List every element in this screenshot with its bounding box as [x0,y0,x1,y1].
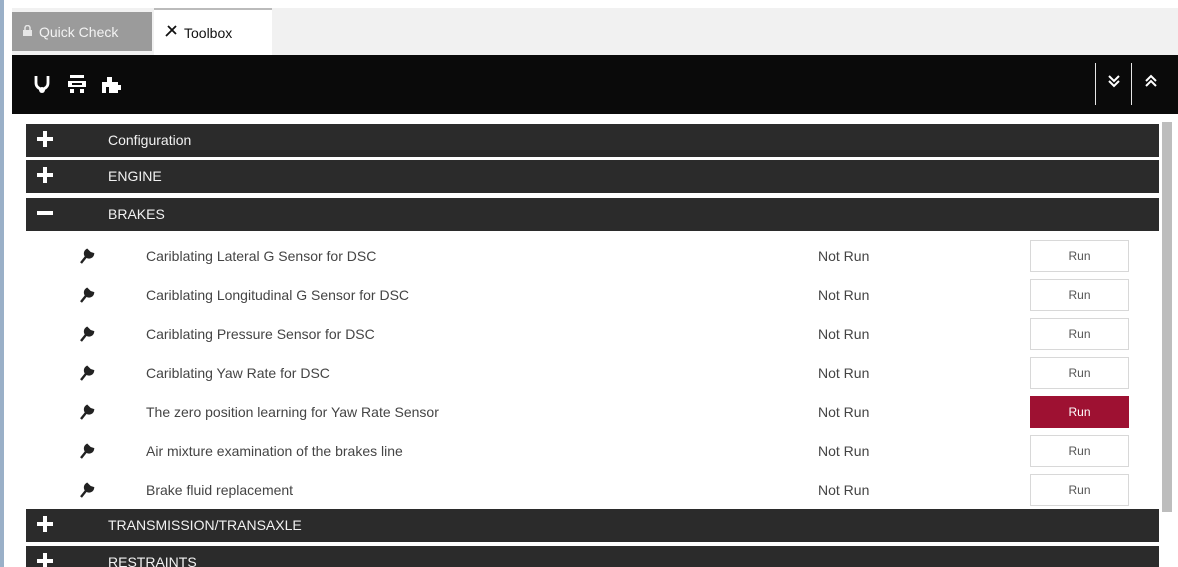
puzzle-icon[interactable] [100,73,122,95]
run-button[interactable]: Run [1030,435,1129,467]
car-icon[interactable] [66,73,88,95]
row-status: Not Run [818,443,870,459]
wrench-icon [78,284,98,304]
wrench-icon [78,440,98,460]
section-engine[interactable]: ENGINE [26,160,1159,193]
window-left-border [0,0,4,567]
section-label: Configuration [108,132,192,148]
row-label: Cariblating Lateral G Sensor for DSC [146,248,377,264]
section-transmission[interactable]: TRANSMISSION/TRANSAXLE [26,509,1159,542]
section-label: ENGINE [108,168,162,184]
tab-label: Toolbox [184,24,233,41]
toolbar-separator [1095,63,1096,105]
section-label: TRANSMISSION/TRANSAXLE [108,517,302,533]
row-label: Cariblating Yaw Rate for DSC [146,365,330,381]
run-button[interactable]: Run [1030,240,1129,272]
tab-label: Quick Check [39,23,119,40]
row-status: Not Run [818,404,870,420]
section-label: RESTRAINTS [108,554,197,567]
expand-plus-icon[interactable] [36,130,54,148]
row-label: Air mixture examination of the brakes li… [146,443,403,459]
brakes-row: Air mixture examination of the brakes li… [26,431,1159,471]
tab-strip: Quick Check Toolbox [12,8,1178,55]
vertical-scrollbar[interactable] [1162,122,1172,512]
run-button[interactable]: Run [1030,474,1129,506]
row-label: Cariblating Pressure Sensor for DSC [146,326,375,342]
tools-icon [164,24,178,41]
section-label: BRAKES [108,206,165,222]
toolbar-separator [1131,63,1132,105]
double-chevron-down-icon[interactable] [1107,72,1121,93]
row-label: Cariblating Longitudinal G Sensor for DS… [146,287,410,303]
brakes-row: Cariblating Yaw Rate for DSC Not Run Run [26,353,1159,393]
row-label: The zero position learning for Yaw Rate … [146,404,439,420]
wrench-icon [78,245,98,265]
brakes-row: Cariblating Pressure Sensor for DSC Not … [26,314,1159,354]
wrench-icon [78,362,98,382]
wrench-icon [78,323,98,343]
wrench-icon [78,401,98,421]
lock-icon [22,24,33,39]
row-status: Not Run [818,365,870,381]
section-restraints[interactable]: RESTRAINTS [26,546,1159,567]
brakes-row: Cariblating Longitudinal G Sensor for DS… [26,275,1159,315]
toolbar [12,55,1178,114]
row-status: Not Run [818,326,870,342]
section-configuration[interactable]: Configuration [26,124,1159,157]
run-button[interactable]: Run [1030,396,1129,428]
brakes-row: Cariblating Lateral G Sensor for DSC Not… [26,236,1159,276]
expand-plus-icon[interactable] [36,552,54,567]
collapse-minus-icon[interactable] [36,204,54,222]
expand-plus-icon[interactable] [36,166,54,184]
section-brakes[interactable]: BRAKES [26,198,1159,231]
run-button[interactable]: Run [1030,357,1129,389]
row-status: Not Run [818,287,870,303]
brakes-row: Brake fluid replacement Not Run Run [26,470,1159,510]
wrench-icon [78,479,98,499]
run-button[interactable]: Run [1030,279,1129,311]
run-button[interactable]: Run [1030,318,1129,350]
stethoscope-icon[interactable] [32,73,54,95]
toolbox-window: Quick Check Toolbox Configuration ENGINE… [0,0,1178,567]
row-label: Brake fluid replacement [146,482,294,498]
row-status: Not Run [818,482,870,498]
expand-plus-icon[interactable] [36,515,54,533]
tab-toolbox[interactable]: Toolbox [154,8,272,55]
brakes-row: The zero position learning for Yaw Rate … [26,392,1159,432]
tab-quick-check[interactable]: Quick Check [12,12,152,51]
row-status: Not Run [818,248,870,264]
double-chevron-up-icon[interactable] [1144,72,1158,93]
